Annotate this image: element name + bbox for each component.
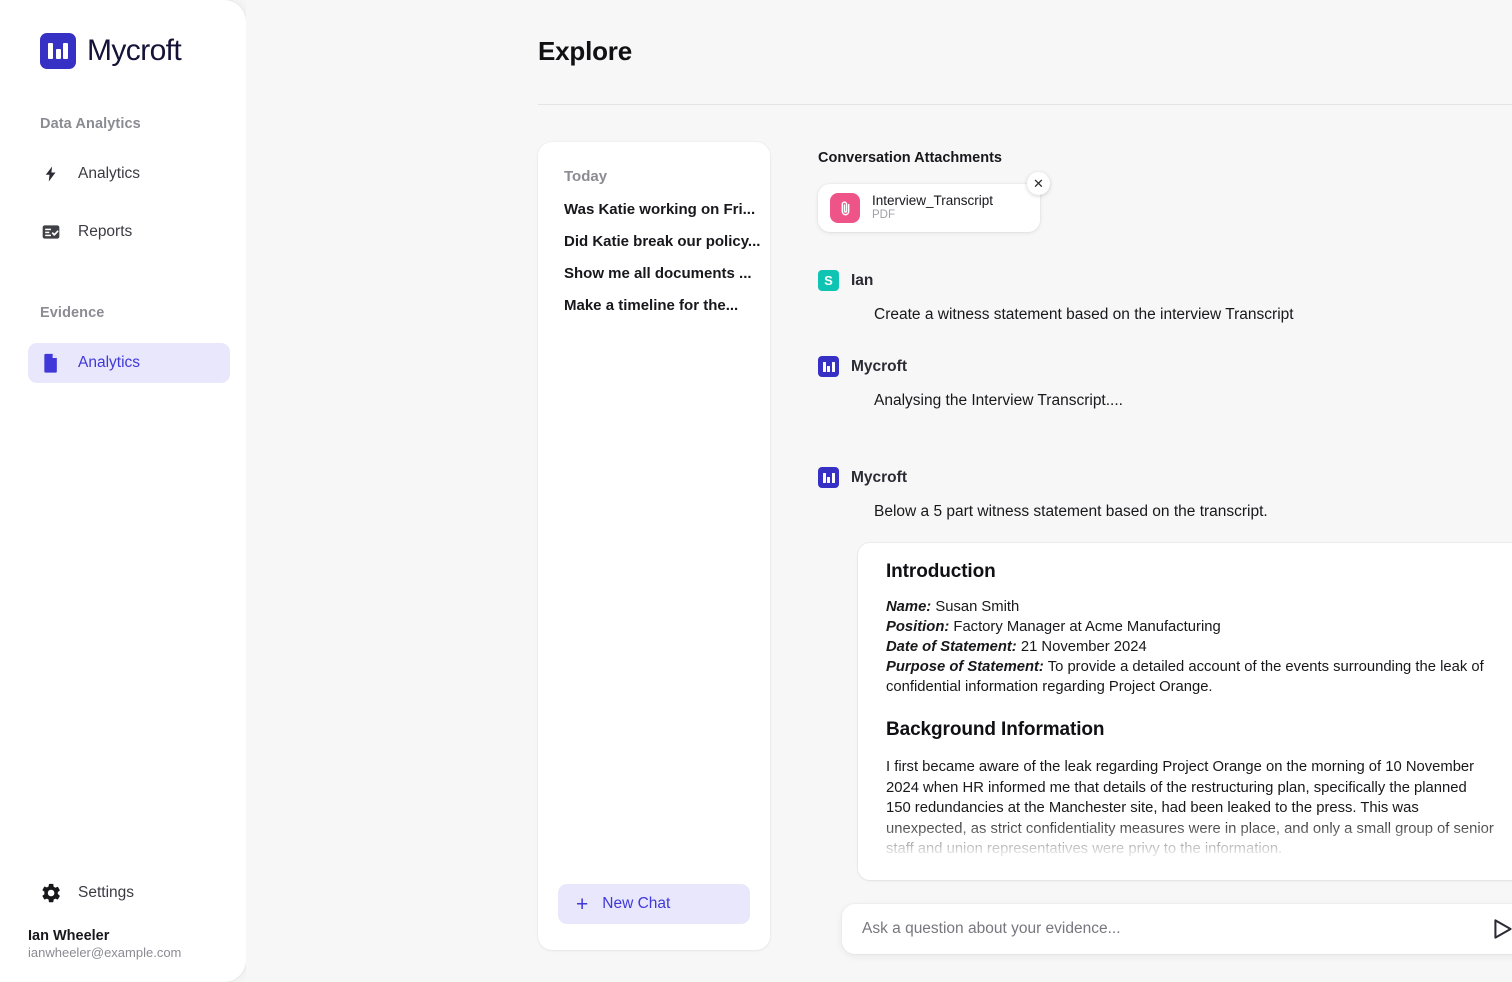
document-paragraph: I first became aware of the leak regardi…	[886, 759, 1494, 857]
message-header: Mycroft	[818, 467, 1512, 488]
page-title: Explore	[538, 36, 632, 66]
sidebar-footer: Settings Ian Wheeler ianwheeler@example.…	[0, 882, 246, 982]
message-header: S Ian 14:32	[818, 270, 1512, 291]
message-text: Create a witness statement based on the …	[874, 306, 1294, 323]
message-ian: S Ian 14:32 Create a witness statement b…	[818, 270, 1512, 324]
attachment-type: PDF	[872, 209, 895, 222]
user-email: ianwheeler@example.com	[28, 945, 182, 960]
composer	[842, 904, 1512, 954]
gear-icon	[40, 882, 62, 904]
settings-button[interactable]: Settings	[0, 882, 246, 904]
search-input[interactable]	[862, 920, 1488, 938]
sidebar-item-label: Analytics	[78, 354, 141, 371]
new-chat-button[interactable]: + New Chat	[558, 884, 750, 924]
close-icon[interactable]: ✕	[1027, 172, 1050, 195]
mycroft-logo-icon	[818, 467, 839, 488]
settings-label: Settings	[78, 884, 135, 901]
lightning-bolt-icon	[40, 163, 62, 185]
attachment-text: Interview_Transcript PDF	[872, 193, 993, 223]
report-checklist-icon	[40, 221, 62, 243]
field-label: Purpose of Statement:	[886, 659, 1044, 675]
sidebar-item-evidence-analytics[interactable]: Analytics	[28, 343, 230, 383]
list-item[interactable]: Did Katie break our policy...	[564, 233, 770, 250]
chat-history-panel: Today Was Katie working on Fri... Did Ka…	[538, 142, 770, 950]
message-text: Analysing the Interview Transcript....	[874, 392, 1123, 409]
sidebar-item-label: Analytics	[78, 165, 141, 182]
list-item[interactable]: Make a timeline for the...	[564, 297, 770, 314]
sidebar-item-label: Reports	[78, 223, 133, 240]
chat-group-label: Today	[564, 168, 608, 185]
mycroft-logo-icon	[40, 33, 76, 69]
list-item[interactable]: Was Katie working on Fri...	[564, 201, 770, 218]
paperclip-icon	[830, 193, 860, 223]
avatar: S	[818, 270, 839, 291]
brand-name: Mycroft	[87, 34, 182, 67]
document-field-position: Position: Factory Manager at Acme Manufa…	[886, 617, 1494, 637]
document-fields: Name: Susan Smith Position: Factory Mana…	[886, 597, 1494, 697]
message-author: Mycroft	[851, 468, 907, 486]
message-author: Ian	[851, 271, 874, 289]
document-body: Introduction Name: Susan Smith Position:…	[858, 543, 1512, 860]
list-item[interactable]: Show me all documents ...	[564, 265, 770, 282]
message-header: Mycroft 14:32	[818, 356, 1512, 377]
chat-history-items: Was Katie working on Fri... Did Katie br…	[538, 185, 770, 314]
attachment-card[interactable]: Interview_Transcript PDF	[818, 184, 1040, 232]
attachments-title: Conversation Attachments	[818, 150, 1002, 166]
attachment-wrapper: Interview_Transcript PDF ✕	[818, 172, 1050, 232]
new-chat-wrapper: + New Chat	[538, 884, 770, 924]
message-author: Mycroft	[851, 357, 907, 375]
document-field-purpose: Purpose of Statement: To provide a detai…	[886, 657, 1494, 697]
sidebar-section-title-data-analytics: Data Analytics	[40, 116, 141, 132]
document-file-icon	[40, 352, 62, 374]
field-label: Date of Statement:	[886, 639, 1017, 655]
plus-icon: +	[576, 892, 589, 916]
document-heading-background: Background Information	[886, 719, 1105, 740]
message-mycroft-statement: Mycroft Below a 5 part witness statement…	[818, 467, 1512, 521]
message-text: Below a 5 part witness statement based o…	[874, 503, 1268, 520]
header-divider	[538, 104, 1512, 105]
sidebar-item-reports[interactable]: Reports	[28, 212, 230, 252]
field-label: Name:	[886, 599, 932, 615]
field-value: Susan Smith	[931, 599, 1020, 615]
sidebar-section-title-evidence: Evidence	[40, 305, 105, 321]
new-chat-label: New Chat	[602, 895, 671, 912]
sidebar: Mycroft Data Analytics Analytics Reports…	[0, 0, 246, 982]
mycroft-logo-icon	[818, 356, 839, 377]
witness-statement-card[interactable]: Introduction Name: Susan Smith Position:…	[858, 543, 1512, 880]
user-name: Ian Wheeler	[28, 928, 110, 944]
document-field-date: Date of Statement: 21 November 2024	[886, 637, 1494, 657]
send-icon[interactable]	[1488, 916, 1512, 942]
attachment-name: Interview_Transcript	[872, 192, 994, 208]
field-value: Factory Manager at Acme Manufacturing	[949, 619, 1221, 635]
document-field-name: Name: Susan Smith	[886, 597, 1494, 617]
main-content: Explore Today Was Katie working on Fri..…	[246, 0, 1512, 982]
document-heading-introduction: Introduction	[886, 561, 996, 582]
message-mycroft-analysing: Mycroft 14:32 Analysing the Interview Tr…	[818, 356, 1512, 410]
field-label: Position:	[886, 619, 950, 635]
field-value: 21 November 2024	[1016, 639, 1147, 655]
brand: Mycroft	[0, 0, 246, 69]
sidebar-item-analytics[interactable]: Analytics	[28, 154, 230, 194]
conversation: Conversation Attachments Interview_Trans…	[818, 150, 1512, 521]
